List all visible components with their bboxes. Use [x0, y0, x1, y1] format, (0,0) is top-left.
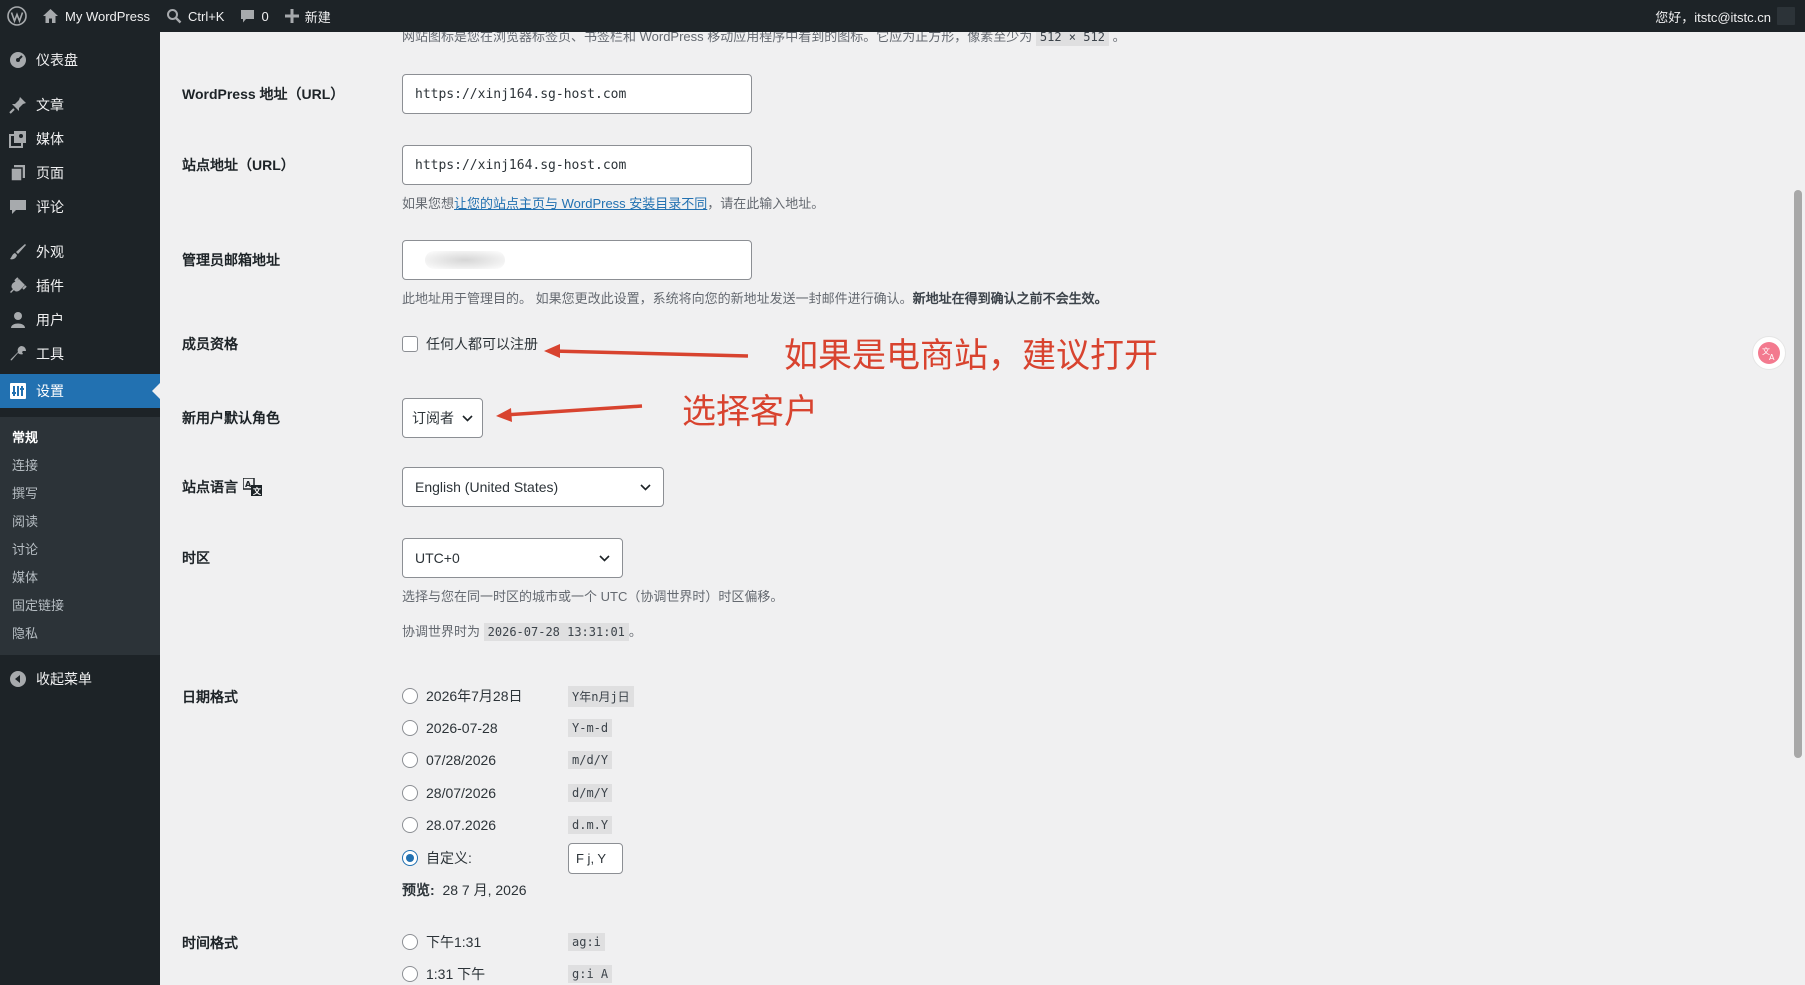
submenu-reading[interactable]: 阅读 — [0, 508, 160, 536]
settings-submenu: 常规 连接 撰写 阅读 讨论 媒体 固定链接 隐私 — [0, 417, 160, 655]
home-icon — [42, 8, 59, 24]
sidebar-item-dashboard[interactable]: 仪表盘 — [0, 43, 160, 77]
membership-arrow — [544, 344, 749, 358]
admin-sidebar: 仪表盘 文章 媒体 页面 评论 外观 插件 用户 工具 设置 常规 连接 撰写 … — [0, 32, 160, 985]
sidebar-item-pages[interactable]: 页面 — [0, 156, 160, 190]
submenu-connect[interactable]: 连接 — [0, 452, 160, 480]
submenu-writing[interactable]: 撰写 — [0, 480, 160, 508]
membership-annotation: 如果是电商站，建议打开 — [784, 336, 1158, 376]
submenu-privacy[interactable]: 隐私 — [0, 620, 160, 648]
collapse-label: 收起菜单 — [36, 671, 92, 687]
sidebar-item-users[interactable]: 用户 — [0, 303, 160, 337]
annotation-arrows — [496, 344, 749, 422]
sidebar-item-label: 页面 — [36, 165, 64, 181]
sidebar-item-label: 用户 — [36, 312, 64, 328]
new-content-menu[interactable]: 新建 — [277, 0, 339, 32]
submenu-general[interactable]: 常规 — [0, 424, 160, 452]
svg-text:A: A — [1769, 353, 1775, 362]
sidebar-item-tools[interactable]: 工具 — [0, 337, 160, 371]
sidebar-item-media[interactable]: 媒体 — [0, 122, 160, 156]
comment-icon — [0, 198, 36, 216]
dashboard-icon — [0, 51, 36, 69]
pin-icon — [0, 96, 36, 114]
sidebar-item-label: 工具 — [36, 346, 64, 362]
user-icon — [0, 311, 36, 329]
role-arrow — [496, 404, 643, 422]
sidebar-item-label: 媒体 — [36, 131, 64, 147]
sidebar-item-plugins[interactable]: 插件 — [0, 269, 160, 303]
translate-icon: 文A — [1757, 341, 1781, 365]
collapse-menu-button[interactable]: 收起菜单 — [0, 662, 160, 696]
submenu-discussion[interactable]: 讨论 — [0, 536, 160, 564]
sidebar-item-comments[interactable]: 评论 — [0, 190, 160, 224]
brush-icon — [0, 243, 36, 261]
search-shortcut-label: Ctrl+K — [188, 8, 225, 24]
settings-general-page: 网站图标是您在浏览器标签页、书签栏和 WordPress 移动应用程序中看到的图… — [160, 32, 1790, 985]
comments-count: 0 — [261, 8, 269, 24]
sidebar-item-label: 仪表盘 — [36, 52, 78, 68]
site-name-menu[interactable]: My WordPress — [34, 0, 158, 32]
sidebar-item-label: 外观 — [36, 244, 64, 260]
admin-bar: My WordPress Ctrl+K 0 新建 您好，itstc@itstc.… — [0, 0, 1805, 32]
sidebar-item-label: 评论 — [36, 199, 64, 215]
plus-icon — [284, 9, 299, 23]
plugin-icon — [0, 277, 36, 295]
sidebar-item-label: 设置 — [36, 383, 64, 399]
page-icon — [0, 164, 36, 182]
page-scrollbar[interactable] — [1790, 32, 1805, 985]
search-icon — [166, 8, 182, 24]
submenu-media[interactable]: 媒体 — [0, 564, 160, 592]
scrollbar-thumb[interactable] — [1794, 190, 1802, 758]
sidebar-item-appearance[interactable]: 外观 — [0, 235, 160, 269]
submenu-permalinks[interactable]: 固定链接 — [0, 592, 160, 620]
wrench-icon — [0, 345, 36, 363]
settings-icon — [0, 382, 36, 400]
role-annotation: 选择客户 — [682, 392, 818, 432]
account-greeting[interactable]: 您好，itstc@itstc.cn — [1647, 0, 1771, 32]
command-search[interactable]: Ctrl+K — [158, 0, 232, 32]
wordpress-logo-icon[interactable] — [0, 0, 34, 32]
sidebar-item-label: 文章 — [36, 97, 64, 113]
comment-icon — [240, 9, 255, 24]
avatar[interactable] — [1777, 7, 1795, 25]
new-label: 新建 — [304, 9, 331, 25]
comments-menu[interactable]: 0 — [232, 0, 276, 32]
collapse-icon — [0, 670, 36, 688]
sidebar-item-label: 插件 — [36, 278, 64, 294]
media-icon — [0, 130, 36, 148]
translate-floating-button[interactable]: 文A — [1752, 336, 1786, 370]
sidebar-item-settings[interactable]: 设置 — [0, 374, 160, 408]
site-name-label: My WordPress — [65, 8, 150, 24]
sidebar-item-posts[interactable]: 文章 — [0, 88, 160, 122]
